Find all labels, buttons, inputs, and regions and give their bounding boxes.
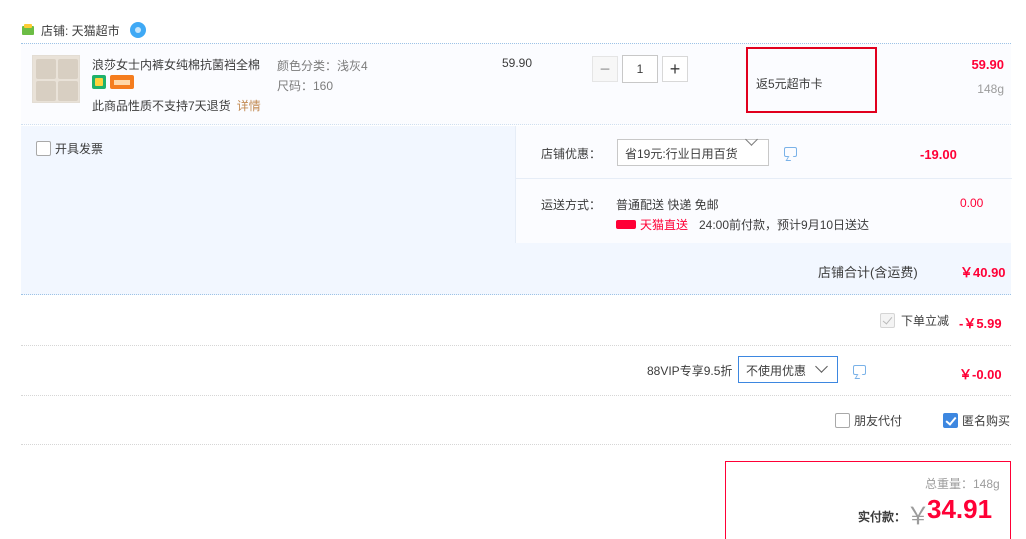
comment-icon[interactable] (853, 365, 866, 375)
shop-total-value: ￥40.90 (960, 265, 1006, 280)
no-return-notice: 此商品性质不支持7天退货 详情 (92, 97, 261, 114)
friend-pay-checkbox[interactable] (835, 413, 850, 428)
shop-promo-amount: -19.00 (920, 147, 957, 162)
quantity-input[interactable] (622, 55, 658, 83)
tmall-direct-text: 天猫直送 (640, 218, 689, 232)
vip-label: 88VIP专享9.5折 (647, 364, 733, 378)
shop-promo-selected: 省19元:行业日用百货 (625, 147, 738, 161)
pay-label: 实付款： (858, 510, 907, 524)
pay-amount: 34.91 (927, 494, 993, 524)
promo-shipping-section: 店铺优惠： 省19元:行业日用百货 运送方式： 普通配送 快递 免邮 天猫直送 … (515, 126, 1012, 243)
truck-icon (616, 220, 636, 229)
wangwang-chat-icon[interactable] (129, 22, 146, 38)
tmall-direct-badge: 天猫直送 (616, 216, 688, 233)
quantity-stepper: − + (592, 55, 688, 83)
vip-selected: 不使用优惠 (746, 364, 807, 378)
shop-icon (21, 24, 35, 36)
quantity-minus-button[interactable]: − (592, 56, 618, 82)
invoice-option[interactable]: 开具发票 (36, 140, 103, 157)
comment-icon[interactable] (784, 147, 797, 157)
shipping-fee: 0.00 (960, 196, 984, 210)
invoice-label: 开具发票 (55, 142, 104, 156)
sku-size: 尺码：160 (277, 79, 334, 93)
service-badge-icon (92, 75, 106, 89)
divider (21, 345, 1011, 346)
rebate-text: 返5元超市卡 (756, 77, 823, 91)
divider (21, 444, 1011, 445)
instant-discount-amount: -￥5.99 (959, 316, 1002, 331)
invoice-checkbox[interactable] (36, 141, 51, 156)
divider (21, 395, 1011, 396)
item-weight: 148g (977, 82, 1004, 96)
card-badge-icon (110, 75, 134, 89)
anonymous-option[interactable]: 匿名购买 (943, 412, 1010, 429)
shop-header: 店铺: 天猫超市 (21, 20, 146, 40)
shop-promo-select[interactable]: 省19元:行业日用百货 (617, 139, 769, 166)
quantity-plus-button[interactable]: + (662, 56, 688, 82)
total-weight: 总重量：148g (925, 477, 1000, 491)
no-return-text: 此商品性质不支持7天退货 (92, 99, 231, 113)
shipping-label: 运送方式： (541, 198, 602, 212)
divider (516, 178, 1012, 179)
delivery-eta: 24:00前付款，预计9月10日送达 (699, 218, 870, 232)
anonymous-checkbox[interactable] (943, 413, 958, 428)
product-thumbnail[interactable] (32, 55, 80, 103)
order-item-row: 浪莎女士内裤女纯棉抗菌裆全棉 此商品性质不支持7天退货 详情 颜色分类：浅灰4 尺… (21, 43, 1011, 125)
unit-price: 59.90 (502, 56, 533, 70)
item-total-price: 59.90 (971, 57, 1004, 72)
instant-discount-label: 下单立减 (901, 314, 950, 328)
shop-total-label: 店铺合计(含运费) (818, 265, 918, 280)
shipping-method: 普通配送 快递 免邮 (616, 198, 719, 212)
anonymous-label: 匿名购买 (962, 414, 1011, 428)
vip-amount: ￥-0.00 (959, 367, 1002, 382)
sku-color: 颜色分类：浅灰4 (277, 59, 368, 73)
friend-pay-label: 朋友代付 (854, 414, 903, 428)
product-title[interactable]: 浪莎女士内裤女纯棉抗菌裆全棉 (92, 56, 274, 73)
friend-pay-option[interactable]: 朋友代付 (835, 412, 902, 429)
instant-discount-checkbox (880, 313, 895, 328)
detail-link[interactable]: 详情 (237, 99, 261, 113)
shop-promo-label: 店铺优惠： (541, 147, 602, 161)
shop-name[interactable]: 店铺: 天猫超市 (41, 22, 120, 39)
